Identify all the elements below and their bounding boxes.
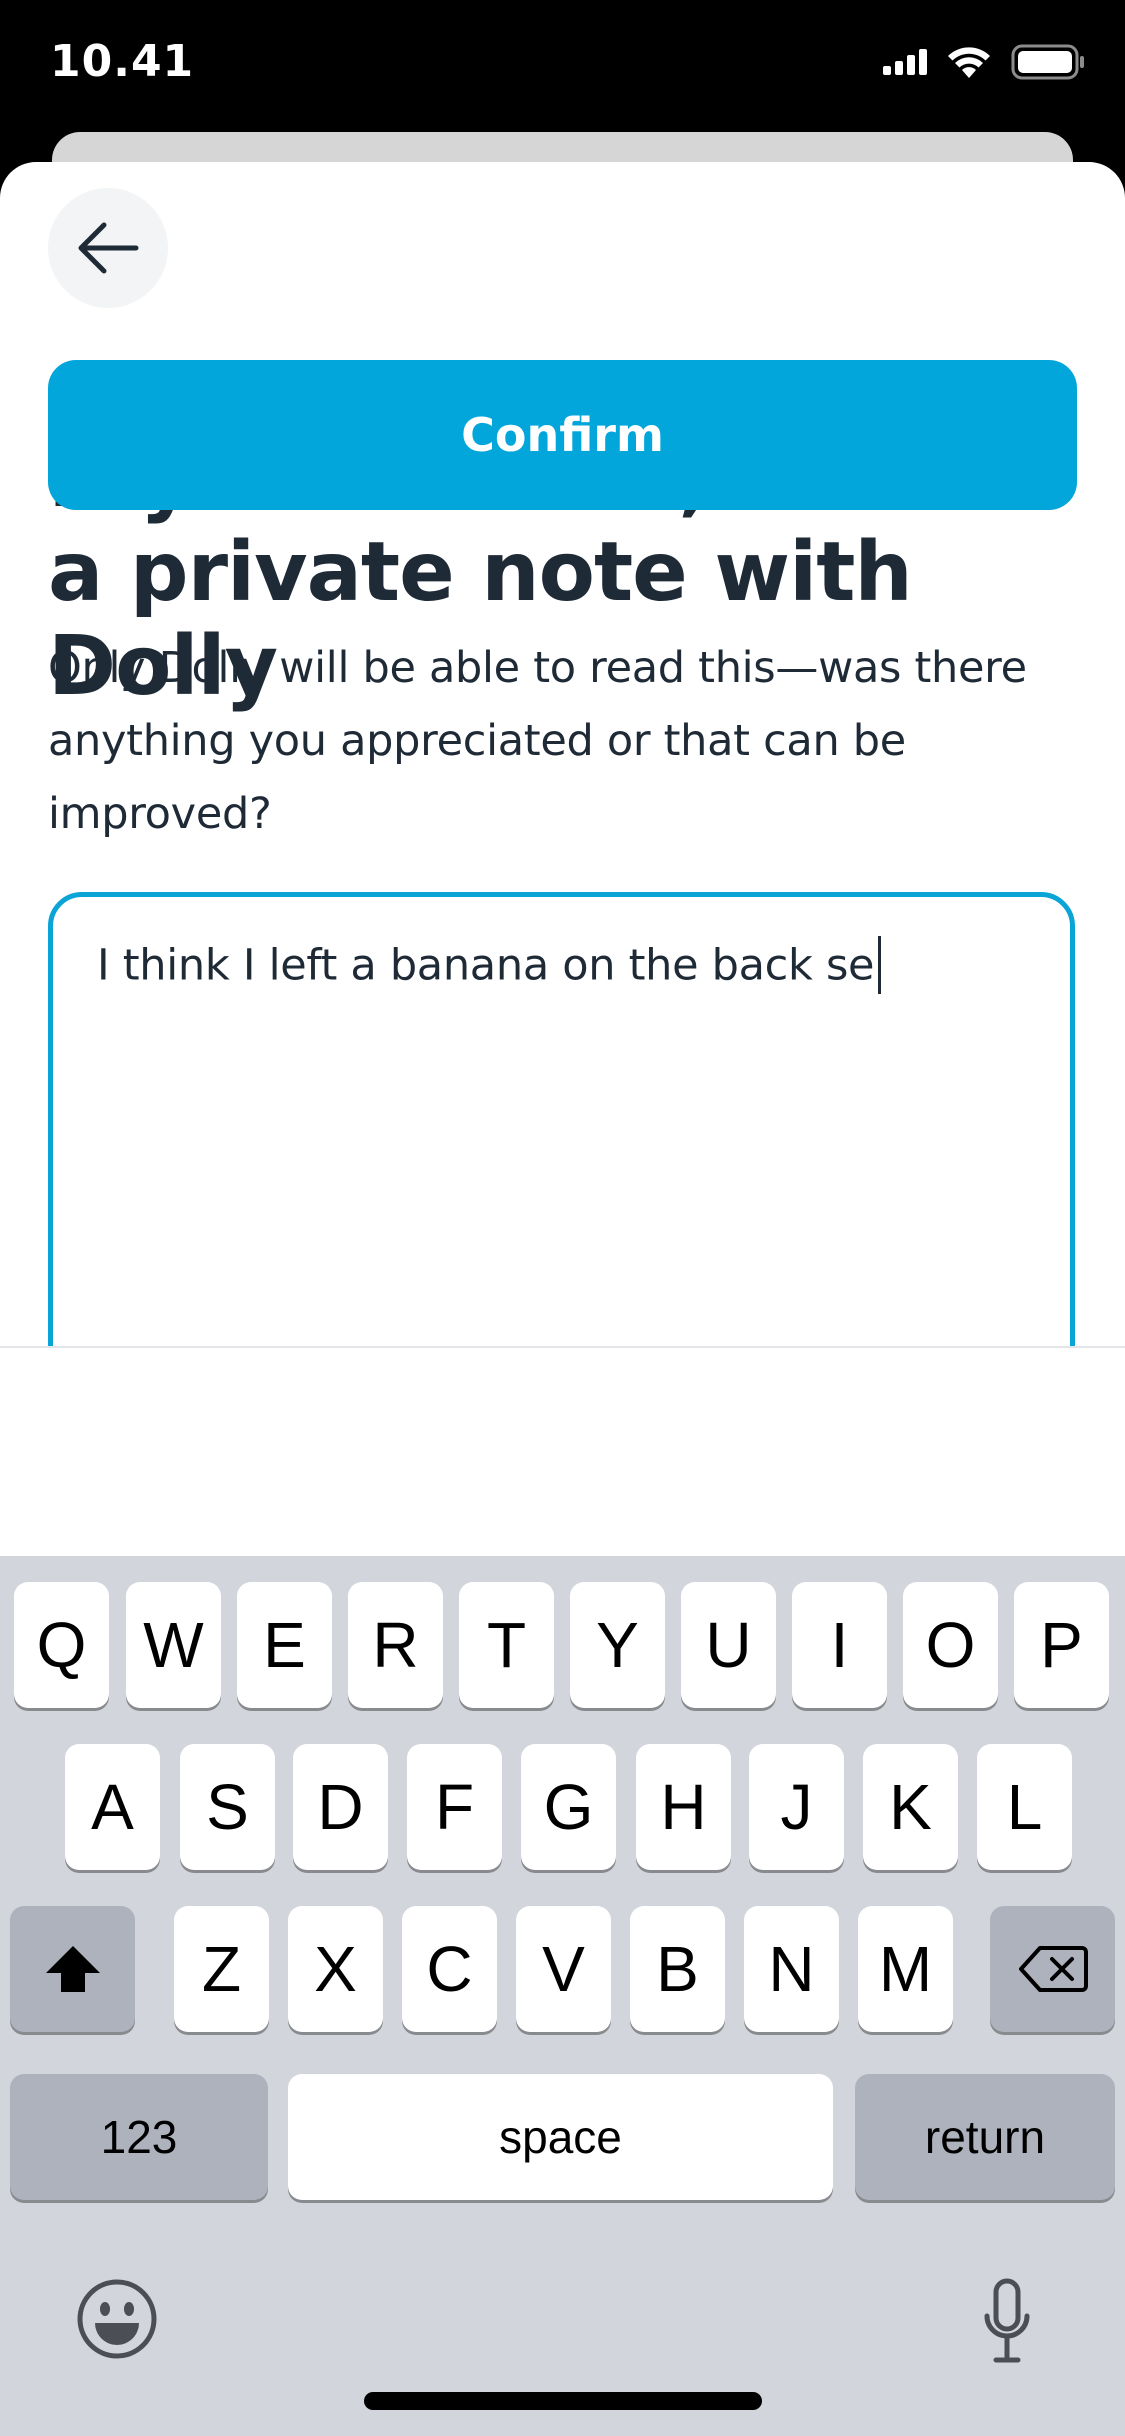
status-time: 10.41 <box>50 36 195 87</box>
microphone-icon <box>984 2278 1030 2363</box>
key-i[interactable]: I <box>792 1582 887 1708</box>
page-subtitle: Only Dolly will be able to read this—was… <box>48 643 1027 839</box>
key-m[interactable]: M <box>858 1906 953 2032</box>
key-d[interactable]: D <box>293 1744 388 1870</box>
status-bar: 10.41 <box>0 0 1125 140</box>
microphone-button[interactable] <box>982 2278 1032 2366</box>
key-c[interactable]: C <box>402 1906 497 2032</box>
key-f[interactable]: F <box>407 1744 502 1870</box>
home-indicator <box>364 2392 762 2410</box>
key-t[interactable]: T <box>459 1582 554 1708</box>
wifi-icon <box>948 47 990 78</box>
key-v[interactable]: V <box>516 1906 611 2032</box>
key-b[interactable]: B <box>630 1906 725 2032</box>
key-n[interactable]: N <box>744 1906 839 2032</box>
key-y[interactable]: Y <box>570 1582 665 1708</box>
text-caret <box>878 936 882 994</box>
key-j[interactable]: J <box>749 1744 844 1870</box>
key-l[interactable]: L <box>977 1744 1072 1870</box>
battery-icon <box>1011 44 1084 80</box>
key-g[interactable]: G <box>521 1744 616 1870</box>
confirm-button[interactable]: Confirm <box>48 360 1077 510</box>
key-w[interactable]: W <box>126 1582 221 1708</box>
key-e[interactable]: E <box>237 1582 332 1708</box>
arrow-left-icon <box>78 222 139 274</box>
shift-key[interactable] <box>10 1906 135 2032</box>
numbers-key[interactable]: 123 <box>10 2074 268 2200</box>
footer-bar <box>0 1346 1125 1560</box>
cellular-signal-icon <box>883 49 927 75</box>
key-r[interactable]: R <box>348 1582 443 1708</box>
shift-icon <box>45 1946 100 1992</box>
key-h[interactable]: H <box>636 1744 731 1870</box>
key-z[interactable]: Z <box>174 1906 269 2032</box>
delete-key[interactable] <box>990 1906 1115 2032</box>
delete-icon <box>1018 1946 1088 1992</box>
key-u[interactable]: U <box>681 1582 776 1708</box>
status-icons <box>883 44 1085 80</box>
return-key[interactable]: return <box>855 2074 1115 2200</box>
key-q[interactable]: Q <box>14 1582 109 1708</box>
note-value: I think I left a banana on the back se <box>97 940 875 991</box>
key-p[interactable]: P <box>1014 1582 1109 1708</box>
key-s[interactable]: S <box>180 1744 275 1870</box>
back-button[interactable] <box>48 188 168 308</box>
key-a[interactable]: A <box>65 1744 160 1870</box>
space-key[interactable]: space <box>288 2074 833 2200</box>
key-x[interactable]: X <box>288 1906 383 2032</box>
emoji-icon <box>77 2279 157 2359</box>
note-text-line: I think I left a banana on the back se <box>97 936 882 997</box>
key-k[interactable]: K <box>863 1744 958 1870</box>
key-o[interactable]: O <box>903 1582 998 1708</box>
keyboard: Q W E R T Y U I O P A S D F G H J K L Z … <box>0 1556 1125 2436</box>
emoji-button[interactable] <box>76 2278 158 2360</box>
